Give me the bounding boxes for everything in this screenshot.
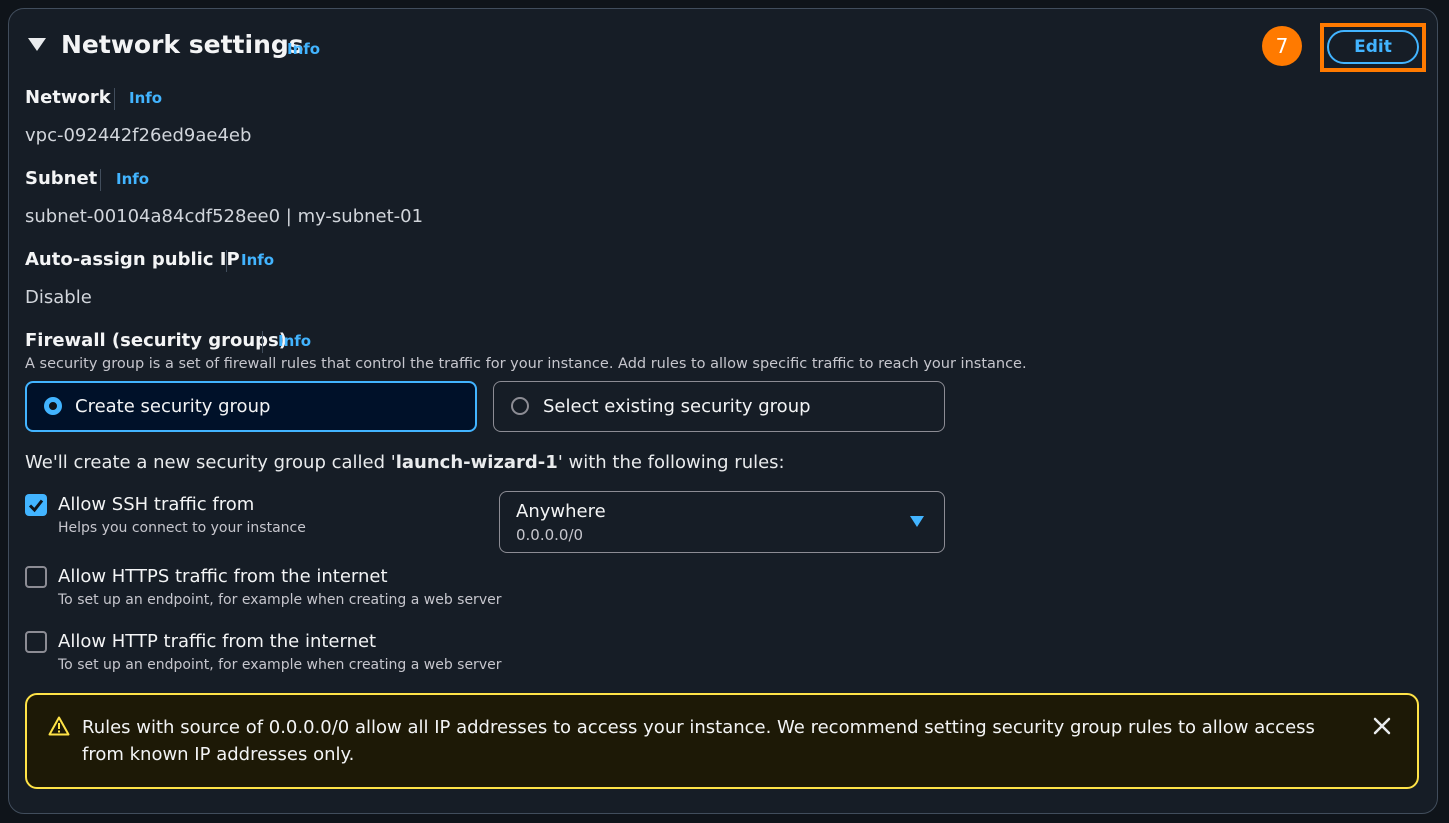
- section-title: Network settings: [61, 30, 304, 59]
- warning-icon: [48, 716, 70, 736]
- subnet-info-link[interactable]: Info: [116, 170, 149, 188]
- subnet-value: subnet-00104a84cdf528ee0 | my-subnet-01: [25, 206, 424, 227]
- divider: [226, 250, 227, 272]
- auto-ip-info-link[interactable]: Info: [241, 251, 274, 269]
- ssh-source-value: Anywhere: [516, 501, 606, 522]
- warning-alert-text: Rules with source of 0.0.0.0/0 allow all…: [82, 717, 1315, 765]
- divider: [262, 331, 263, 353]
- https-rule-label: Allow HTTPS traffic from the internet: [58, 566, 388, 587]
- firewall-description: A security group is a set of firewall ru…: [25, 356, 1027, 372]
- network-value: vpc-092442f26ed9ae4eb: [25, 125, 252, 146]
- network-label: Network: [25, 87, 111, 108]
- http-rule-label: Allow HTTP traffic from the internet: [58, 631, 377, 652]
- summary-prefix: We'll create a new security group called…: [25, 452, 396, 473]
- select-existing-group-label: Select existing security group: [543, 396, 811, 417]
- divider: [114, 88, 115, 110]
- create-security-group-radio[interactable]: [44, 397, 62, 415]
- http-checkbox[interactable]: [25, 631, 47, 653]
- ssh-rule-description: Helps you connect to your instance: [58, 520, 306, 536]
- auto-ip-label: Auto-assign public IP: [25, 249, 240, 270]
- auto-ip-value: Disable: [25, 287, 92, 308]
- collapse-caret-icon[interactable]: [28, 38, 46, 51]
- security-group-name: launch-wizard-1: [395, 452, 558, 473]
- firewall-info-link[interactable]: Info: [278, 332, 311, 350]
- subnet-label: Subnet: [25, 168, 98, 189]
- http-rule-description: To set up an endpoint, for example when …: [58, 657, 502, 673]
- https-rule-description: To set up an endpoint, for example when …: [58, 592, 502, 608]
- checkmark-icon: [28, 499, 44, 513]
- create-security-group-label: Create security group: [75, 396, 271, 417]
- edit-button[interactable]: Edit: [1327, 30, 1419, 64]
- step-badge: 7: [1262, 26, 1302, 66]
- ssh-source-sub: 0.0.0.0/0: [516, 526, 584, 544]
- select-existing-group-radio[interactable]: [511, 397, 529, 415]
- https-checkbox[interactable]: [25, 566, 47, 588]
- ssh-checkbox[interactable]: [25, 494, 47, 516]
- security-group-summary: We'll create a new security group called…: [25, 451, 785, 475]
- summary-suffix: ' with the following rules:: [557, 452, 785, 473]
- divider: [100, 169, 101, 191]
- ssh-rule-label: Allow SSH traffic from: [58, 494, 255, 515]
- section-info-link[interactable]: Info: [287, 40, 320, 58]
- network-info-link[interactable]: Info: [129, 89, 162, 107]
- firewall-label: Firewall (security groups): [25, 330, 287, 351]
- dropdown-caret-icon[interactable]: [910, 516, 924, 527]
- close-icon[interactable]: [1372, 716, 1392, 736]
